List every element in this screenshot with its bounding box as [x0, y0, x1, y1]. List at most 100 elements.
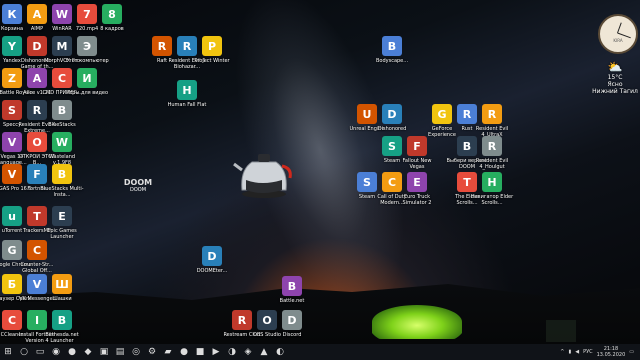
desktop-icon-label: Игры для видео — [65, 90, 109, 96]
desktop-icon[interactable]: H Human Fall Flat — [165, 80, 209, 108]
desktop-icon-label: Epic Games Launcher — [47, 228, 77, 240]
app-icon: E — [52, 206, 72, 226]
app-icon: W — [52, 132, 72, 152]
desktop-icon[interactable]: R Resident Evil 4_UltraX — [470, 104, 514, 138]
taskbar-app-icon[interactable]: ◉ — [48, 344, 64, 360]
desktop-icon[interactable]: E Epic Games Launcher — [40, 206, 84, 240]
system-tray: ^ ▮ ◀ РУС 21:18 13.05.2020 ▭ — [560, 346, 640, 358]
desktop-icon-label: Counter-Str... Global Off... — [20, 262, 54, 274]
desktop-icon[interactable]: P Project Winter — [190, 36, 234, 64]
app-icon: D — [282, 310, 302, 330]
desktop-icon-doom-label: DOOM — [129, 187, 147, 193]
desktop-icon[interactable]: Н Навигатор Elder Scrolls... — [470, 172, 514, 206]
app-icon: B — [52, 164, 72, 184]
chevron-up-icon[interactable]: ^ — [560, 349, 564, 355]
taskbar-app-icon[interactable]: ▶ — [208, 344, 224, 360]
desktop-icon[interactable]: B BlueStacks — [40, 100, 84, 128]
app-icon: F — [407, 136, 427, 156]
app-icon: E — [407, 172, 427, 192]
taskbar-app-icon[interactable]: ◆ — [80, 344, 96, 360]
desktop-icon-doom[interactable]: DOOM DOOM — [121, 178, 155, 193]
taskbar-app-icon[interactable]: ◐ — [272, 344, 288, 360]
taskbar-app-icon[interactable]: ● — [176, 344, 192, 360]
desktop-icon[interactable]: F Fallout New Vegas — [395, 136, 439, 170]
taskbar-app-icon[interactable]: ● — [64, 344, 80, 360]
desktop-icon[interactable]: B BlueStacks Multi-Insta... — [40, 164, 84, 198]
app-icon: D — [382, 104, 402, 124]
taskbar: ⊞ ○ ▭ ◉ ● ◆ ▣ ▤ ◎ ⚙ ▰ ● ■ ▶ ◑ ◈ ▲ ◐ ^ ▮ ◀ РУС 21:18 13.05… — [0, 344, 640, 360]
taskbar-app-icon[interactable]: ▰ — [160, 344, 176, 360]
taskbar-app-icon[interactable]: ▭ — [32, 344, 48, 360]
app-icon: 8 — [102, 4, 122, 24]
desktop-icon-label: Навигатор Elder Scrolls... — [470, 194, 514, 206]
app-icon: B — [52, 310, 72, 330]
desktop-icon[interactable]: Ш Шашки — [40, 274, 84, 302]
clock-brand: KIRA — [613, 38, 623, 43]
weather-icon: ⛅ — [607, 60, 623, 74]
desktop-icon[interactable]: C Counter-Str... Global Off... — [15, 240, 59, 274]
network-icon[interactable]: ▮ — [568, 349, 571, 355]
start-button[interactable]: ⊞ — [0, 344, 16, 360]
taskbar-app-icon[interactable]: ◎ — [128, 344, 144, 360]
taskbar-date: 13.05.2020 — [596, 352, 626, 358]
desktop-icon[interactable]: D DOOMEter... — [190, 246, 234, 274]
app-icon: Э — [77, 36, 97, 56]
desktop-icon[interactable]: W Wasteland v.1.9F8 — [40, 132, 84, 166]
taskbar-app-icon[interactable]: ▲ — [256, 344, 272, 360]
desktop-icon-label: 8 кадров — [100, 26, 124, 32]
app-icon: Н — [482, 172, 502, 192]
desktop-icon-label: Euro Truck Simulator 2 — [402, 194, 432, 206]
desktop-icon-label: Dishonored — [377, 126, 407, 132]
language-indicator[interactable]: РУС — [583, 349, 593, 355]
desktop-icon-label: Bodyscape... — [375, 58, 409, 64]
wallpaper-tent — [372, 305, 462, 339]
desktop-icon[interactable]: B Battle.net — [270, 276, 314, 304]
desktop-icon-label: BlueStacks — [48, 122, 76, 128]
app-icon: C — [27, 240, 47, 260]
app-icon: P — [202, 36, 222, 56]
app-icon: B — [52, 100, 72, 120]
app-icon: H — [177, 80, 197, 100]
app-icon: D — [202, 246, 222, 266]
taskbar-app-icon[interactable]: ⚙ — [144, 344, 160, 360]
desktop-icon[interactable]: 8 8 кадров — [90, 4, 134, 32]
taskbar-app-icon[interactable]: ■ — [192, 344, 208, 360]
desktop-icon[interactable]: B Bodyscape... — [370, 36, 414, 64]
desktop-icon[interactable]: D Dishonored — [370, 104, 414, 132]
notifications-icon[interactable]: ▭ — [629, 349, 634, 355]
taskbar-app-icon[interactable]: ◑ — [224, 344, 240, 360]
desktop-icon-label: DOOMEter... — [196, 268, 228, 274]
desktop-icon-label: Шашки — [52, 296, 72, 302]
kettle-widget[interactable] — [232, 140, 296, 200]
desktop-icon-label: Human Fall Flat — [167, 102, 207, 108]
desktop-icon[interactable]: B Bethesda.net Launcher — [40, 310, 84, 344]
desktop-icon-label: BlueStacks Multi-Insta... — [40, 186, 84, 198]
taskbar-app-icon[interactable]: ▣ — [96, 344, 112, 360]
desktop-icon[interactable]: D Discord — [270, 310, 314, 338]
desktop-icon[interactable]: И Игры для видео — [65, 68, 109, 96]
weather-sub: Ясно — [607, 81, 623, 88]
desktop-icon[interactable]: R Resident Evil 4_Houlgut — [470, 136, 514, 170]
weather-city: Нижний Тагил — [592, 88, 638, 95]
clock-widget[interactable]: KIRA — [598, 14, 638, 54]
desktop-icon-label: Discord — [282, 332, 302, 338]
taskbar-app-icon[interactable]: ▤ — [112, 344, 128, 360]
app-icon: И — [77, 68, 97, 88]
taskbar-pinned: ⊞ ○ ▭ ◉ ● ◆ ▣ ▤ ◎ ⚙ ▰ ● ■ ▶ ◑ ◈ ▲ ◐ — [0, 344, 288, 360]
weather-widget[interactable]: ⛅ 15°C Ясно Нижний Тагил — [592, 60, 638, 95]
desktop-icon-label: Battle.net — [279, 298, 305, 304]
desktop-icon-label: Fallout New Vegas — [402, 158, 432, 170]
desktop-icon-label: Bethesda.net Launcher — [45, 332, 79, 344]
desktop-icon-label: Resident Evil 4_Houlgut — [475, 158, 509, 170]
taskbar-clock[interactable]: 21:18 13.05.2020 — [597, 346, 626, 358]
weather-temp: 15°C — [607, 74, 623, 81]
desktop-icon[interactable]: E Euro Truck Simulator 2 — [395, 172, 439, 206]
app-icon: B — [282, 276, 302, 296]
desktop-icon[interactable]: Э Этот компьютер — [65, 36, 109, 64]
volume-icon[interactable]: ◀ — [575, 349, 579, 355]
search-icon[interactable]: ○ — [16, 344, 32, 360]
tray-overlay-panel — [546, 320, 576, 342]
taskbar-app-icon[interactable]: ◈ — [240, 344, 256, 360]
app-icon: Ш — [52, 274, 72, 294]
app-icon: B — [382, 36, 402, 56]
